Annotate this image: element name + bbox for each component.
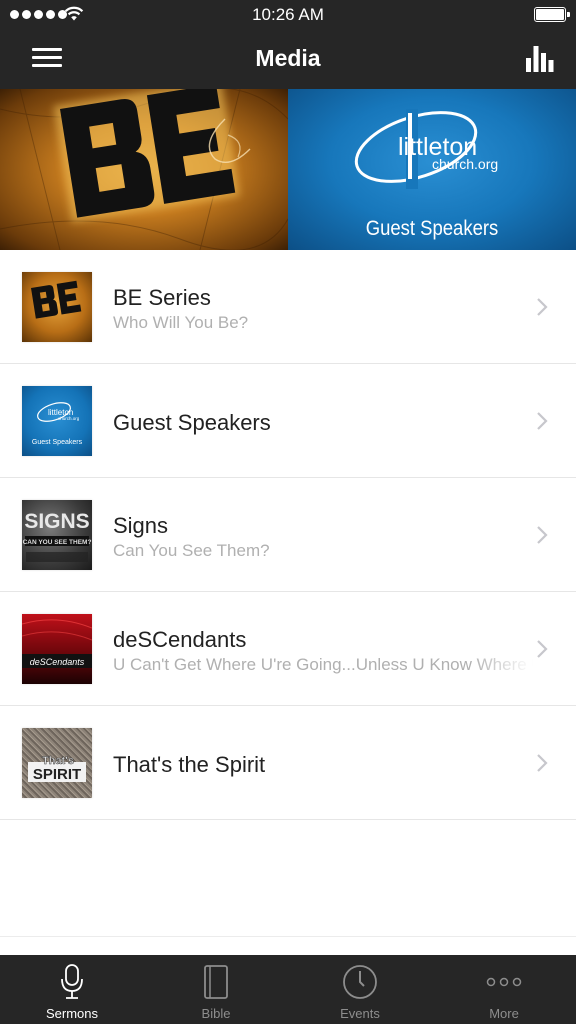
be-series-artwork <box>0 89 288 250</box>
media-title: Guest Speakers <box>113 410 271 435</box>
tab-bar: Sermons Bible Events More <box>0 955 576 1024</box>
clock-icon <box>343 965 377 999</box>
media-title: deSCendants <box>113 627 247 652</box>
svg-text:Guest Speakers: Guest Speakers <box>32 439 83 446</box>
tab-sermons[interactable]: Sermons <box>0 955 144 1024</box>
tab-events[interactable]: Events <box>288 955 432 1024</box>
hamburger-icon-line <box>32 56 62 59</box>
svg-text:church.org: church.org <box>58 416 80 421</box>
descendants-thumbnail: deSCendants <box>22 614 92 684</box>
tab-label: More <box>489 1006 519 1021</box>
svg-text:deSCendants: deSCendants <box>30 657 85 667</box>
book-icon <box>204 965 228 999</box>
banner-guest-label: Guest Speakers <box>365 217 499 240</box>
hamburger-icon-line <box>32 48 62 51</box>
svg-text:CAN YOU SEE THEM?: CAN YOU SEE THEM? <box>23 539 92 546</box>
hamburger-icon-line <box>32 64 62 67</box>
list-item-signs[interactable]: SIGNS CAN YOU SEE THEM? Signs Can You Se… <box>0 478 576 592</box>
banner-guest-speakers[interactable]: littleton church.org Guest Speakers <box>288 89 576 250</box>
chevron-right-icon <box>537 640 548 658</box>
chevron-right-icon <box>537 412 548 430</box>
chevron-right-icon <box>537 298 548 316</box>
guest-speakers-thumbnail: littleton church.org Guest Speakers <box>22 386 92 456</box>
media-list: BE Series Who Will You Be? littleton chu… <box>0 250 576 820</box>
list-item-descendants[interactable]: deSCendants deSCendants U Can't Get Wher… <box>0 592 576 706</box>
menu-button[interactable] <box>32 48 62 68</box>
svg-text:SIGNS: SIGNS <box>24 510 89 533</box>
signs-thumbnail: SIGNS CAN YOU SEE THEM? <box>22 500 92 570</box>
status-bar: 10:26 AM <box>0 0 576 30</box>
status-time: 10:26 AM <box>252 5 324 24</box>
thats-the-spirit-thumbnail: That's SPIRIT <box>22 728 92 798</box>
list-item-thats-the-spirit[interactable]: That's SPIRIT That's the Spirit <box>0 706 576 820</box>
media-subtitle: U Can't Get Where U're Going...Unless U … <box>113 655 533 674</box>
media-title: BE Series <box>113 285 211 310</box>
battery-icon <box>534 7 570 22</box>
microphone-icon <box>61 964 83 999</box>
list-item-guest-speakers[interactable]: littleton church.org Guest Speakers Gues… <box>0 364 576 478</box>
ellipsis-icon <box>486 977 522 987</box>
tab-label: Events <box>340 1006 380 1021</box>
media-title: Signs <box>113 513 169 538</box>
page-title: Media <box>255 45 321 71</box>
list-item-be-series[interactable]: BE Series Who Will You Be? <box>0 250 576 364</box>
chevron-right-icon <box>537 754 548 772</box>
navigation-bar: Media <box>0 30 576 89</box>
chevron-right-icon <box>537 526 548 544</box>
media-title: That's the Spirit <box>113 752 266 777</box>
tab-label: Sermons <box>45 1006 99 1021</box>
tab-bible[interactable]: Bible <box>144 955 288 1024</box>
bar-chart-icon[interactable] <box>526 46 554 72</box>
media-subtitle: Who Will You Be? <box>113 313 249 332</box>
banner-be-series[interactable] <box>0 89 288 250</box>
tab-label: Bible <box>201 1006 231 1021</box>
tab-more[interactable]: More <box>432 955 576 1024</box>
featured-banner: littleton church.org Guest Speakers <box>0 89 576 250</box>
svg-text:SPIRIT: SPIRIT <box>33 766 81 783</box>
be-series-thumbnail <box>22 272 92 342</box>
media-subtitle: Can You See Them? <box>113 541 270 560</box>
svg-text:church.org: church.org <box>432 156 498 172</box>
divider <box>0 936 576 937</box>
